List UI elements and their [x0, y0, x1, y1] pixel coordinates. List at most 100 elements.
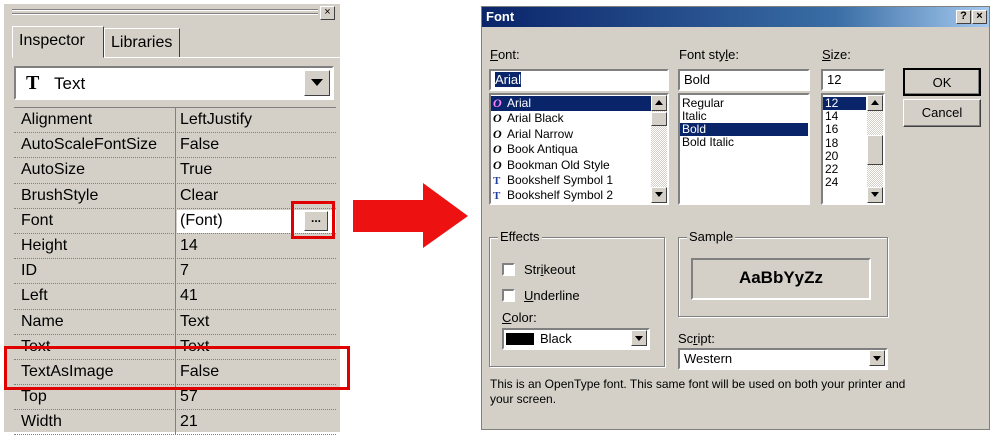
object-selector-value: Text — [54, 74, 86, 93]
size-list[interactable]: 12 14 16 18 20 22 24 — [821, 93, 885, 205]
list-item-label: 16 — [825, 122, 839, 137]
list-item-label: Bookshelf Symbol 1 — [507, 172, 614, 187]
scroll-thumb[interactable] — [867, 135, 883, 165]
drag-grip[interactable] — [12, 9, 318, 17]
property-row[interactable]: Width 21 — [14, 410, 336, 435]
property-value: LeftJustify — [180, 111, 253, 128]
strikeout-checkbox[interactable] — [502, 263, 515, 276]
opentype-icon: O — [493, 142, 502, 157]
property-name: Alignment — [14, 108, 176, 133]
tab-inspector[interactable]: Inspector — [12, 26, 104, 58]
property-row[interactable]: ID 7 — [14, 259, 336, 285]
scroll-down-icon[interactable] — [867, 187, 883, 203]
underline-label-mnemonic: U — [524, 288, 534, 303]
scroll-thumb[interactable] — [651, 112, 667, 126]
font-info-text: This is an OpenType font. This same font… — [490, 377, 906, 406]
chevron-down-icon[interactable] — [869, 350, 885, 366]
underline-label-rest: nderline — [533, 288, 580, 303]
dialog-titlebar[interactable]: Font ? × — [482, 7, 989, 27]
scroll-down-icon[interactable] — [651, 187, 667, 203]
sample-preview: AaBbYyZz — [691, 258, 871, 300]
strikeout-label: Strikeout — [524, 262, 575, 277]
effects-group: Effects Strikeout Underline Color: Black — [489, 229, 665, 367]
property-name: Font — [14, 208, 176, 233]
truetype-icon: T — [493, 190, 501, 203]
font-list[interactable]: O Arial O Arial Black O Arial Narrow O Book Ant… — [489, 93, 669, 205]
list-item[interactable]: O Arial — [491, 96, 667, 112]
inspector-close-button[interactable]: × — [320, 6, 335, 20]
strikeout-label-b: keout — [543, 262, 576, 277]
font-list-scrollbar[interactable] — [651, 95, 667, 203]
help-button[interactable]: ? — [956, 10, 971, 24]
list-item-label: Arial Narrow — [507, 126, 574, 141]
font-label-rest: ont: — [497, 47, 520, 62]
list-item[interactable]: O Book Antiqua — [491, 142, 667, 157]
color-label: Color: — [502, 310, 537, 325]
color-label-mnemonic: C — [502, 310, 512, 325]
list-item[interactable]: T Bookshelf Symbol 1 — [491, 173, 667, 188]
chevron-down-icon[interactable] — [631, 330, 647, 346]
tab-libraries[interactable]: Libraries — [104, 28, 180, 58]
list-item-label: 22 — [825, 161, 839, 176]
font-label: Font: — [490, 47, 520, 62]
property-name: Height — [14, 233, 176, 259]
textasimage-highlight — [4, 346, 350, 390]
property-row[interactable]: AutoScaleFontSize False — [14, 133, 336, 159]
property-row[interactable]: Alignment LeftJustify — [14, 108, 336, 134]
list-item-label: 20 — [825, 148, 839, 163]
property-row[interactable]: AutoSize True — [14, 158, 336, 184]
list-item-label: Bold — [682, 122, 707, 136]
opentype-icon: O — [493, 111, 502, 126]
cancel-button[interactable]: Cancel — [903, 99, 981, 127]
object-selector-combo[interactable]: T Text — [14, 66, 334, 100]
property-row[interactable]: Name Text — [14, 309, 336, 335]
script-select[interactable]: Western — [678, 348, 888, 370]
list-item[interactable]: O Arial Narrow — [491, 127, 667, 142]
property-row[interactable]: Font (Font)... — [14, 208, 336, 234]
color-swatch — [506, 333, 534, 345]
inspector-titlebar[interactable]: × — [4, 4, 340, 22]
red-arrow-icon — [353, 183, 468, 248]
underline-checkbox[interactable] — [502, 289, 515, 302]
list-item-label: Arial — [507, 96, 532, 110]
size-input[interactable]: 12 — [821, 69, 885, 91]
font-name-value: Arial — [495, 72, 522, 87]
property-row[interactable]: BrushStyle Clear — [14, 183, 336, 209]
property-value: True — [180, 161, 213, 179]
list-item[interactable]: 24 — [823, 176, 866, 189]
scroll-up-icon[interactable] — [651, 95, 667, 111]
property-row[interactable]: Height 14 — [14, 233, 336, 260]
chevron-down-icon[interactable] — [304, 70, 330, 96]
list-item[interactable]: Bold Italic — [680, 136, 808, 149]
close-button[interactable]: × — [972, 10, 987, 24]
size-label-rest: ize: — [830, 47, 851, 62]
font-style-list[interactable]: Regular Italic Bold Bold Italic — [678, 93, 810, 205]
font-style-input[interactable]: Bold — [678, 69, 810, 91]
scroll-up-icon[interactable] — [867, 95, 883, 111]
property-row[interactable]: Left 41 — [14, 284, 336, 310]
ok-button[interactable]: OK — [903, 68, 981, 96]
list-item[interactable]: O Arial Black — [491, 111, 667, 126]
property-name: AutoScaleFontSize — [14, 133, 176, 158]
list-item[interactable]: O Bookman Old Style — [491, 158, 667, 173]
underline-label: Underline — [524, 288, 580, 303]
property-name: AutoSize — [14, 158, 176, 183]
list-item[interactable]: T Bookshelf Symbol 2 — [491, 188, 667, 203]
property-value: (Font) — [180, 211, 223, 229]
property-value: Text — [180, 312, 210, 330]
size-list-scrollbar[interactable] — [867, 95, 883, 203]
property-value: 7 — [180, 262, 189, 280]
size-label-mnemonic: S — [822, 47, 831, 62]
sample-group: Sample AaBbYyZz — [678, 229, 888, 317]
font-style-label: Font style: — [679, 47, 739, 62]
list-item-label: 18 — [825, 135, 839, 150]
property-name: BrushStyle — [14, 183, 176, 208]
font-style-label-a: Font sty — [679, 47, 726, 62]
color-value: Black — [540, 331, 572, 346]
font-name-input[interactable]: Arial — [489, 69, 669, 91]
property-value: 41 — [180, 287, 198, 305]
property-name: Width — [14, 410, 176, 435]
opentype-icon: O — [493, 157, 502, 172]
color-select[interactable]: Black — [502, 328, 650, 350]
font-dialog: Font ? × Font: Arial O Arial O Arial Black O… — [481, 6, 990, 430]
